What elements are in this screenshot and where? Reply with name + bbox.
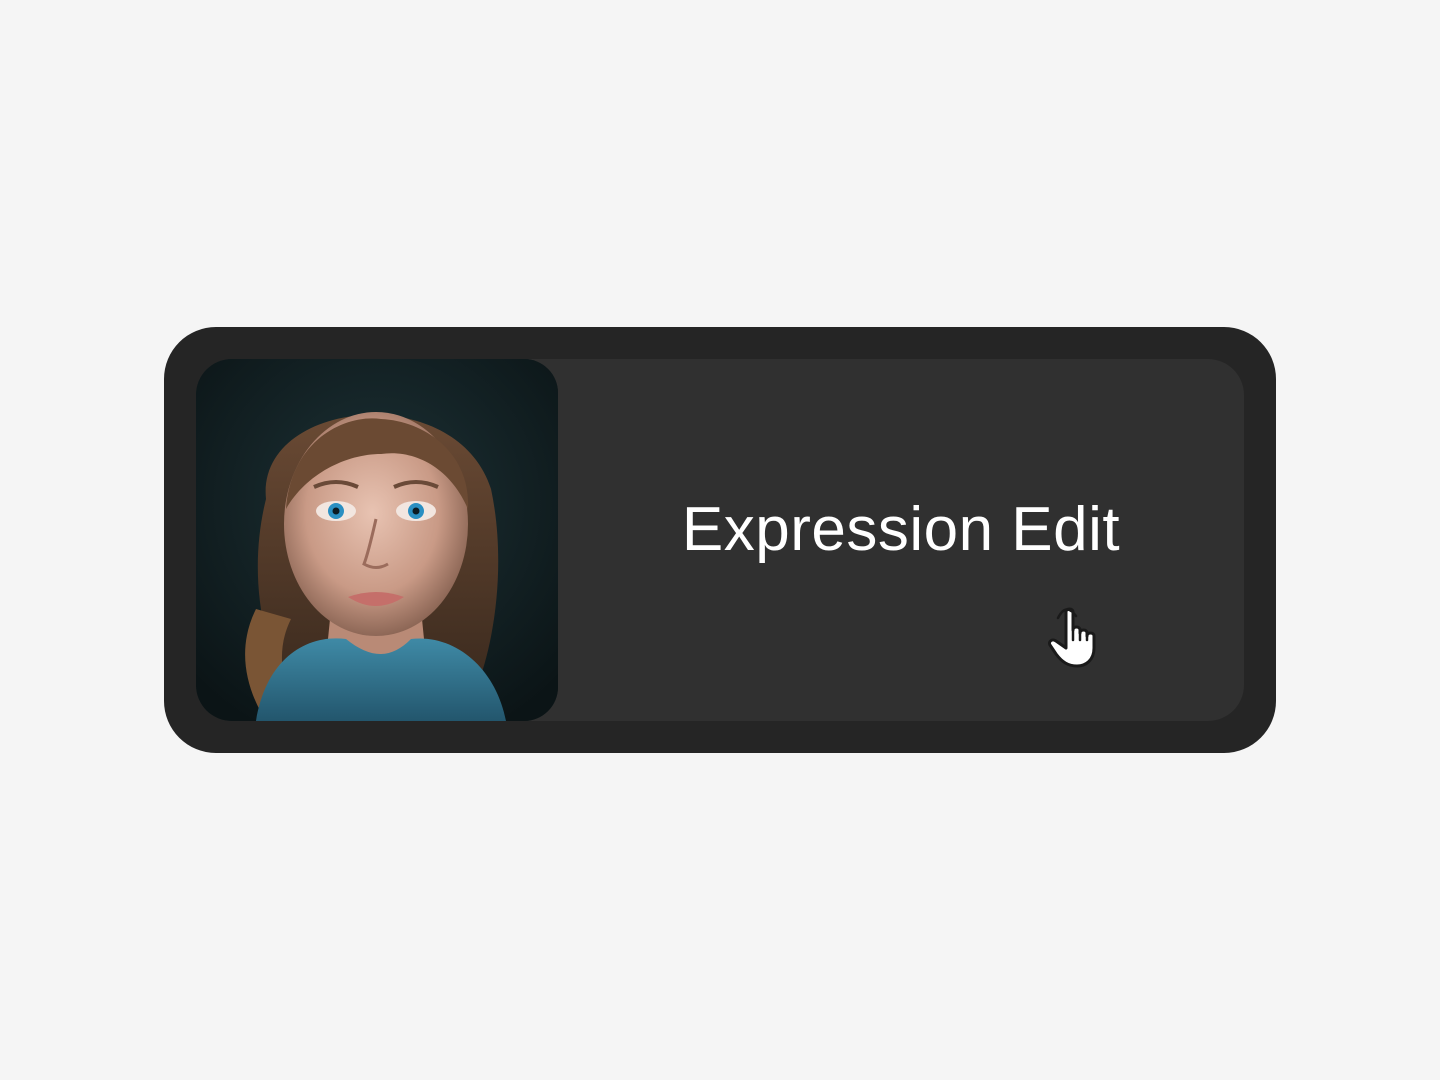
expression-edit-card[interactable]: Expression Edit bbox=[164, 327, 1276, 753]
portrait-thumbnail bbox=[196, 359, 558, 721]
canvas: Expression Edit bbox=[0, 0, 1440, 1080]
hand-pointer-icon bbox=[1048, 607, 1096, 668]
portrait-image bbox=[196, 359, 558, 721]
expression-edit-label[interactable]: Expression Edit bbox=[682, 494, 1120, 565]
label-area[interactable]: Expression Edit bbox=[558, 359, 1244, 721]
